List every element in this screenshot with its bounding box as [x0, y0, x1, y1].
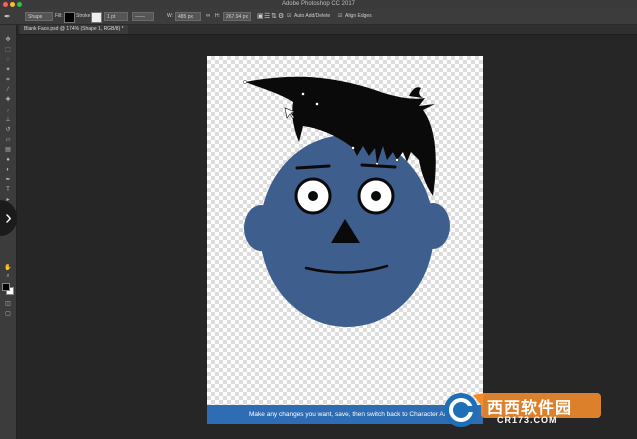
left-eyebrow	[295, 164, 331, 170]
auto-add-delete-label: Auto Add/Delete	[294, 13, 331, 19]
pen-tool-preset-icon[interactable]: ✒	[4, 12, 16, 21]
brush-tool-icon[interactable]: ⸝	[4, 107, 12, 113]
lasso-tool-icon[interactable]: ◌	[4, 57, 12, 63]
height-label: H:	[215, 13, 220, 19]
right-pupil	[371, 191, 381, 201]
screen-mode-icon[interactable]: ▢	[4, 311, 12, 317]
document-canvas[interactable]	[207, 56, 483, 424]
auto-add-delete-checkbox[interactable]: ☑	[287, 12, 291, 21]
height-field[interactable]: 267.94 px	[223, 12, 251, 21]
shape-mode-select[interactable]: Shape	[25, 12, 53, 21]
hair-tuft	[409, 87, 423, 98]
document-tab[interactable]: Blank Face.psd @ 174% (Shape 1, RGB/8) *	[20, 25, 128, 34]
path-operations-icon[interactable]: ▣	[257, 12, 264, 21]
options-bar: ✒ Shape Fill: Stroke: 1 pt —— W: 485 px …	[0, 9, 637, 25]
title-bar: Adobe Photoshop CC 2017	[0, 0, 637, 9]
eyedropper-tool-icon[interactable]: ⁄	[4, 87, 12, 93]
watermark-subtext: CR173.COM	[497, 415, 558, 425]
healing-brush-tool-icon[interactable]: ✚	[4, 97, 12, 103]
zoom-tool-icon[interactable]: ⌕	[4, 273, 12, 279]
pen-tool-icon[interactable]: ✒	[4, 177, 12, 183]
eraser-tool-icon[interactable]: ▱	[4, 137, 12, 143]
stroke-size-field[interactable]: 1 pt	[104, 12, 128, 21]
anchor-point[interactable]	[351, 146, 355, 150]
marquee-tool-icon[interactable]: ⬚	[4, 47, 12, 53]
gradient-tool-icon[interactable]: ▤	[4, 147, 12, 153]
fill-swatch[interactable]	[64, 12, 75, 23]
gear-icon[interactable]: ⚙	[278, 12, 284, 21]
blur-tool-icon[interactable]: ●	[4, 157, 12, 163]
magic-wand-tool-icon[interactable]: ✶	[4, 67, 12, 73]
hand-tool-icon[interactable]: ✋	[4, 265, 12, 271]
character-face-artwork	[243, 76, 450, 327]
anchor-point[interactable]	[395, 158, 399, 162]
app-title: Adobe Photoshop CC 2017	[281, 1, 356, 7]
foreground-color-swatch[interactable]	[2, 283, 10, 291]
left-pupil	[308, 191, 318, 201]
dodge-tool-icon[interactable]: ◐	[4, 167, 12, 173]
stroke-label: Stroke:	[76, 13, 92, 19]
history-brush-tool-icon[interactable]: ↺	[4, 127, 12, 133]
width-label: W:	[167, 13, 174, 19]
document-tab-bar: Blank Face.psd @ 174% (Shape 1, RGB/8) *	[18, 25, 637, 35]
type-tool-icon[interactable]: T	[4, 187, 12, 193]
path-arrangement-icon[interactable]: ⇅	[271, 12, 277, 21]
align-edges-label: Align Edges	[345, 13, 372, 19]
watermark-logo: 西西软件园 CR173.COM	[437, 389, 628, 430]
quick-mask-icon[interactable]: ◫	[4, 301, 12, 307]
anchor-point[interactable]	[315, 102, 319, 106]
move-tool-icon[interactable]: ✥	[4, 37, 12, 43]
right-eyebrow	[360, 163, 397, 169]
path-alignment-icon[interactable]: ☰	[264, 12, 270, 21]
anchor-point[interactable]	[301, 92, 305, 96]
width-field[interactable]: 485 px	[175, 12, 201, 21]
link-icon[interactable]: ∞	[206, 12, 210, 21]
clone-stamp-tool-icon[interactable]: ⊥	[4, 117, 12, 123]
stroke-swatch[interactable]	[91, 12, 102, 23]
anchor-point[interactable]	[243, 80, 247, 84]
align-edges-checkbox[interactable]: ☑	[338, 12, 342, 21]
stroke-style-select[interactable]: ——	[132, 12, 154, 21]
crop-tool-icon[interactable]: ⌗	[4, 77, 12, 83]
fill-label: Fill:	[55, 13, 63, 19]
